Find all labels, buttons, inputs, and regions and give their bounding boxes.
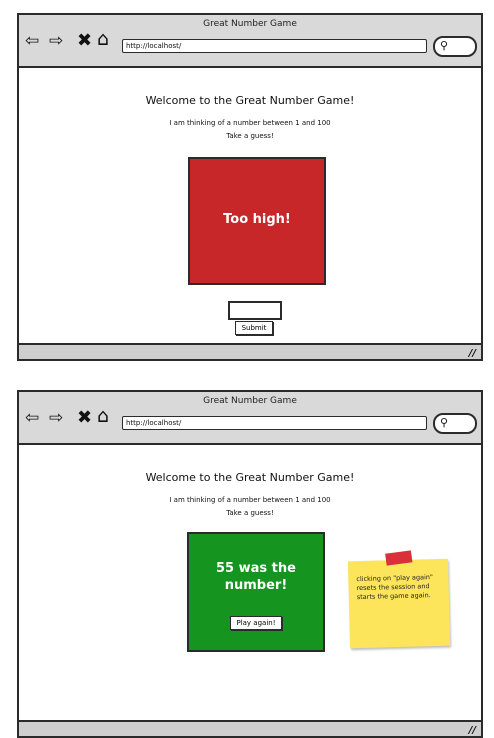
page-content: Welcome to the Great Number Game! I am t… <box>19 445 481 720</box>
magnifier-icon: ⚲ <box>440 416 449 429</box>
browser-window-correct: Great Number Game ⇦ ⇨ ✖ ⌂ http://localho… <box>17 390 483 738</box>
description-line-2: Take a guess! <box>226 132 274 140</box>
description-line-1: I am thinking of a number between 1 and … <box>169 496 331 504</box>
address-bar[interactable]: http://localhost/ <box>122 39 427 53</box>
description-line-1: I am thinking of a number between 1 and … <box>169 119 331 127</box>
stop-icon[interactable]: ✖ <box>77 409 92 427</box>
page-content: Welcome to the Great Number Game! I am t… <box>19 68 481 343</box>
window-title: Great Number Game <box>203 396 297 406</box>
resize-grip-icon[interactable]: // <box>469 348 476 359</box>
welcome-heading: Welcome to the Great Number Game! <box>145 471 355 484</box>
address-bar[interactable]: http://localhost/ <box>122 416 427 430</box>
submit-button[interactable]: Submit <box>235 321 273 335</box>
status-bar: // <box>19 720 481 736</box>
play-again-button[interactable]: Play again! <box>230 616 282 630</box>
result-box-too-high: Too high! <box>188 157 326 285</box>
result-box-correct: 55 was the number! Play again! <box>187 532 325 652</box>
back-arrow-icon[interactable]: ⇦ <box>25 33 39 50</box>
pin-tape-icon <box>385 550 413 566</box>
sticky-note: clicking on "play again" resets the sess… <box>347 550 451 649</box>
home-icon[interactable]: ⌂ <box>97 30 109 49</box>
description-line-2: Take a guess! <box>226 509 274 517</box>
status-bar: // <box>19 343 481 359</box>
forward-arrow-icon[interactable]: ⇨ <box>49 33 63 50</box>
welcome-heading: Welcome to the Great Number Game! <box>145 94 355 107</box>
browser-titlebar: Great Number Game ⇦ ⇨ ✖ ⌂ http://localho… <box>19 392 481 445</box>
forward-arrow-icon[interactable]: ⇨ <box>49 410 63 427</box>
magnifier-icon: ⚲ <box>440 39 449 52</box>
result-message-line-2: number! <box>224 578 288 593</box>
sticky-note-text: clicking on "play again" resets the sess… <box>356 573 434 602</box>
window-title: Great Number Game <box>203 19 297 29</box>
home-icon[interactable]: ⌂ <box>97 407 109 426</box>
search-button[interactable]: ⚲ <box>433 36 477 57</box>
guess-input[interactable] <box>228 301 282 320</box>
result-message: Too high! <box>223 212 291 227</box>
resize-grip-icon[interactable]: // <box>469 725 476 736</box>
search-button[interactable]: ⚲ <box>433 413 477 434</box>
stop-icon[interactable]: ✖ <box>77 32 92 50</box>
result-message-line-1: 55 was the <box>216 561 296 576</box>
browser-titlebar: Great Number Game ⇦ ⇨ ✖ ⌂ http://localho… <box>19 15 481 68</box>
back-arrow-icon[interactable]: ⇦ <box>25 410 39 427</box>
browser-window-too-high: Great Number Game ⇦ ⇨ ✖ ⌂ http://localho… <box>17 13 483 361</box>
